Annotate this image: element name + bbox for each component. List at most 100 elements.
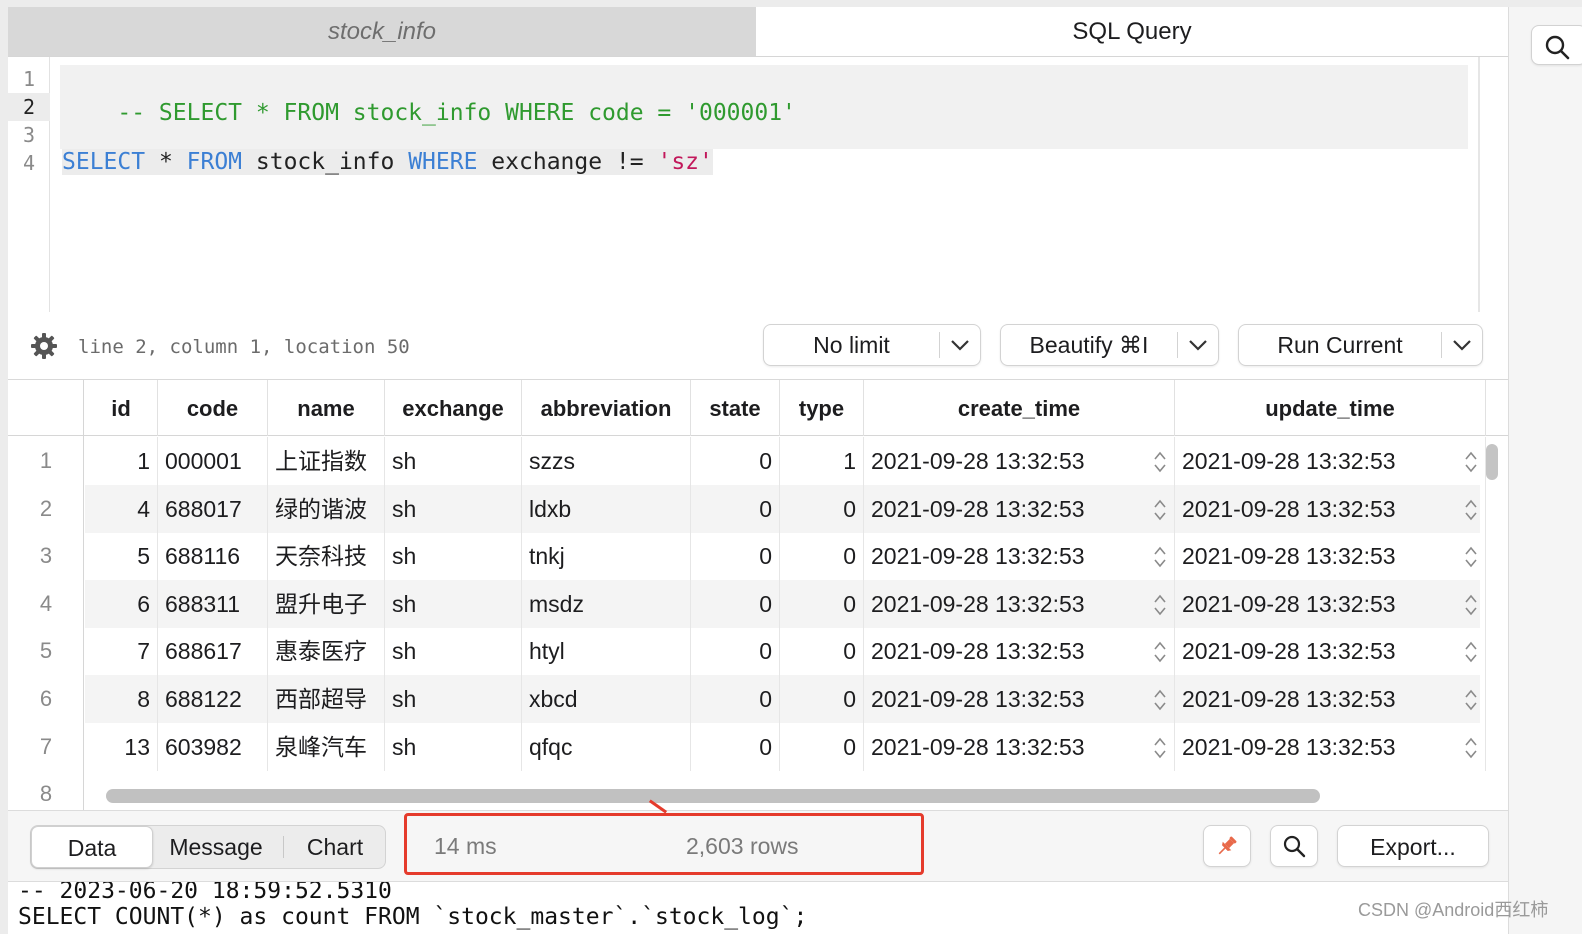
cell-state[interactable]: 0	[691, 532, 780, 581]
editor-scrollbar[interactable]	[1478, 57, 1480, 312]
pin-button[interactable]	[1203, 825, 1251, 867]
cell-update-time[interactable]: 2021-09-28 13:32:53	[1175, 532, 1486, 581]
column-header-state[interactable]: state	[691, 380, 780, 436]
cell-id[interactable]: 1	[85, 437, 158, 485]
tab-chart[interactable]: Chart	[285, 826, 385, 868]
cell-abbreviation[interactable]: tnkj	[522, 532, 691, 581]
code-line-4[interactable]: SELECT * FROM stock_info WHERE exchange …	[62, 145, 713, 179]
cell-name[interactable]: 上证指数	[268, 437, 385, 485]
stepper-icon[interactable]	[1153, 735, 1167, 761]
cell-type[interactable]: 0	[780, 532, 864, 581]
cell-type[interactable]: 1	[780, 437, 864, 485]
cell-create-time[interactable]: 2021-09-28 13:32:53	[864, 627, 1175, 676]
table-row[interactable]: 6 8 688122 西部超导 sh xbcd 0 0 2021-09-28 13:32:53 2…	[8, 675, 1486, 723]
cell-exchange[interactable]: sh	[385, 627, 522, 676]
table-row[interactable]: 3 5 688116 天奈科技 sh tnkj 0 0 2021-09-28 13:32:53 2…	[8, 532, 1486, 581]
tab-sql-query[interactable]: SQL Query	[756, 7, 1508, 56]
stepper-icon[interactable]	[1464, 592, 1478, 618]
tab-data[interactable]: Data	[31, 826, 153, 868]
chevron-down-icon[interactable]	[1178, 339, 1218, 351]
cell-update-time[interactable]: 2021-09-28 13:32:53	[1175, 627, 1486, 676]
column-header-code[interactable]: code	[158, 380, 268, 436]
cell-exchange[interactable]: sh	[385, 675, 522, 723]
cell-code[interactable]: 000001	[158, 437, 268, 485]
stepper-icon[interactable]	[1153, 687, 1167, 713]
cell-abbreviation[interactable]: szzs	[522, 437, 691, 485]
cell-type[interactable]: 0	[780, 484, 864, 533]
column-header-exchange[interactable]: exchange	[385, 380, 522, 436]
cell-type[interactable]: 0	[780, 722, 864, 771]
code-line-1[interactable]: -- SELECT * FROM stock_info WHERE code =…	[62, 62, 796, 126]
cell-update-time[interactable]: 2021-09-28 13:32:53	[1175, 675, 1486, 723]
stepper-icon[interactable]	[1464, 544, 1478, 570]
cell-code[interactable]: 688311	[158, 579, 268, 628]
stepper-icon[interactable]	[1464, 497, 1478, 523]
run-current-button[interactable]: Run Current	[1238, 324, 1483, 366]
cell-state[interactable]: 0	[691, 484, 780, 533]
cell-create-time[interactable]: 2021-09-28 13:32:53	[864, 675, 1175, 723]
column-header-abbreviation[interactable]: abbreviation	[522, 380, 691, 436]
cell-update-time[interactable]: 2021-09-28 13:32:53	[1175, 579, 1486, 628]
cell-exchange[interactable]: sh	[385, 437, 522, 485]
stepper-icon[interactable]	[1464, 687, 1478, 713]
grid-horizontal-scrollbar[interactable]	[106, 789, 1320, 803]
cell-name[interactable]: 惠泰医疗	[268, 627, 385, 676]
cell-update-time[interactable]: 2021-09-28 13:32:53	[1175, 722, 1486, 771]
cell-code[interactable]: 688116	[158, 532, 268, 581]
table-row[interactable]: 4 6 688311 盟升电子 sh msdz 0 0 2021-09-28 13:32:53 2…	[8, 579, 1486, 628]
cell-code[interactable]: 688122	[158, 675, 268, 723]
cell-create-time[interactable]: 2021-09-28 13:32:53	[864, 579, 1175, 628]
cell-code[interactable]: 603982	[158, 722, 268, 771]
cell-type[interactable]: 0	[780, 579, 864, 628]
column-header-id[interactable]: id	[85, 380, 158, 436]
stepper-icon[interactable]	[1464, 639, 1478, 665]
stepper-icon[interactable]	[1153, 449, 1167, 475]
stepper-icon[interactable]	[1153, 639, 1167, 665]
column-header-name[interactable]: name	[268, 380, 385, 436]
gear-icon[interactable]	[30, 332, 58, 360]
cell-exchange[interactable]: sh	[385, 484, 522, 533]
sql-editor[interactable]: 1 2 3 4 -- SELECT * FROM stock_info WHER…	[8, 57, 1508, 312]
beautify-button[interactable]: Beautify ⌘I	[1000, 324, 1219, 366]
cell-id[interactable]: 4	[85, 484, 158, 533]
tab-message[interactable]: Message	[155, 826, 277, 868]
table-row[interactable]: 5 7 688617 惠泰医疗 sh htyl 0 0 2021-09-28 13:32:53 2…	[8, 627, 1486, 676]
stepper-icon[interactable]	[1153, 497, 1167, 523]
cell-create-time[interactable]: 2021-09-28 13:32:53	[864, 532, 1175, 581]
chevron-down-icon[interactable]	[940, 339, 980, 351]
cell-state[interactable]: 0	[691, 675, 780, 723]
cell-name[interactable]: 泉峰汽车	[268, 722, 385, 771]
cell-code[interactable]: 688617	[158, 627, 268, 676]
stepper-icon[interactable]	[1464, 735, 1478, 761]
column-header-create-time[interactable]: create_time	[864, 380, 1175, 436]
limit-dropdown[interactable]: No limit	[763, 324, 981, 366]
stepper-icon[interactable]	[1153, 592, 1167, 618]
cell-exchange[interactable]: sh	[385, 722, 522, 771]
column-header-update-time[interactable]: update_time	[1175, 380, 1486, 436]
cell-id[interactable]: 5	[85, 532, 158, 581]
cell-name[interactable]: 盟升电子	[268, 579, 385, 628]
cell-type[interactable]: 0	[780, 627, 864, 676]
cell-state[interactable]: 0	[691, 722, 780, 771]
table-row[interactable]: 1 1 000001 上证指数 sh szzs 0 1 2021-09-28 13:32:53 2…	[8, 437, 1486, 485]
cell-name[interactable]: 绿的谐波	[268, 484, 385, 533]
cell-update-time[interactable]: 2021-09-28 13:32:53	[1175, 437, 1486, 485]
results-grid[interactable]: id code name exchange abbreviation state type c…	[8, 380, 1508, 810]
stepper-icon[interactable]	[1153, 544, 1167, 570]
cell-name[interactable]: 天奈科技	[268, 532, 385, 581]
cell-update-time[interactable]: 2021-09-28 13:32:53	[1175, 484, 1486, 533]
cell-create-time[interactable]: 2021-09-28 13:32:53	[864, 437, 1175, 485]
chevron-down-icon[interactable]	[1442, 339, 1482, 351]
cell-abbreviation[interactable]: ldxb	[522, 484, 691, 533]
tab-stock-info[interactable]: stock_info	[8, 7, 756, 56]
cell-id[interactable]: 8	[85, 675, 158, 723]
cell-id[interactable]: 6	[85, 579, 158, 628]
cell-state[interactable]: 0	[691, 437, 780, 485]
cell-abbreviation[interactable]: htyl	[522, 627, 691, 676]
column-header-type[interactable]: type	[780, 380, 864, 436]
cell-abbreviation[interactable]: msdz	[522, 579, 691, 628]
cell-state[interactable]: 0	[691, 579, 780, 628]
export-button[interactable]: Export...	[1337, 825, 1489, 867]
cell-state[interactable]: 0	[691, 627, 780, 676]
sidebar-search-button[interactable]	[1531, 25, 1582, 65]
